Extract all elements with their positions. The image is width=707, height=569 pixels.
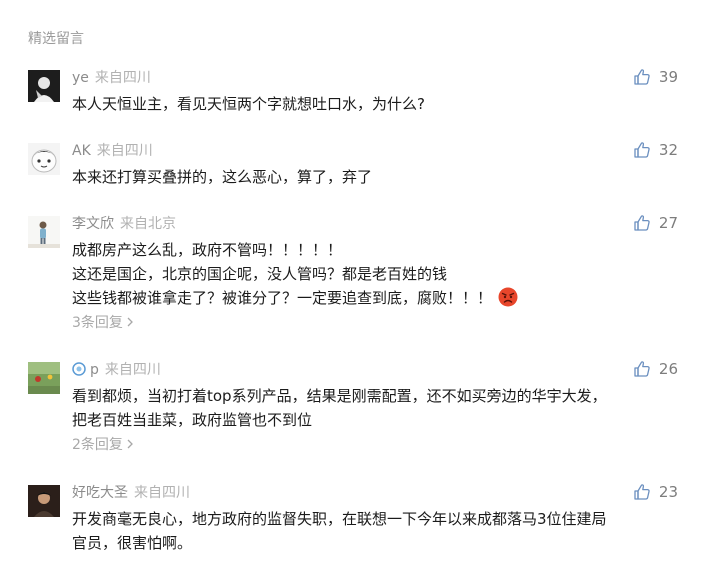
comment-line: 成都房产这么乱，政府不管吗！！！！！ [72, 241, 343, 259]
comment-text: 本来还打算买叠拼的，这么恶心，算了，弃了 [72, 165, 672, 189]
like-button[interactable]: 23 [633, 483, 678, 501]
comment-location: 来自四川 [134, 485, 190, 501]
like-count: 39 [658, 68, 678, 86]
thumbs-up-icon[interactable] [633, 141, 651, 159]
like-button[interactable]: 39 [633, 68, 678, 86]
like-count: 27 [658, 214, 678, 232]
avatar[interactable] [28, 143, 60, 175]
comment-meta: p 来自四川 [72, 361, 161, 379]
comment-line: 开发商毫无良心，地方政府的监督失职，在联想一下今年以来成都落马3位住建局 [72, 510, 607, 528]
like-count: 26 [658, 360, 678, 378]
like-button[interactable]: 26 [633, 360, 678, 378]
comment-meta: 好吃大圣 来自四川 [72, 484, 190, 502]
comment-line: 本人天恒业主，看见天恒两个字就想吐口水，为什么? [72, 95, 425, 113]
comment-line: 本来还打算买叠拼的，这么恶心，算了，弃了 [72, 168, 373, 186]
comment-nickname[interactable]: 好吃大圣 [72, 485, 128, 501]
comment-line: 看到都烦，当初打着top系列产品，结果是刚需配置，还不如买旁边的华宇大发， [72, 387, 607, 405]
comment-text: 本人天恒业主，看见天恒两个字就想吐口水，为什么? [72, 92, 672, 116]
view-replies-link[interactable]: 3条回复 [72, 312, 134, 332]
chevron-right-icon [127, 439, 133, 449]
avatar[interactable] [28, 216, 60, 248]
comment-line: 这还是国企，北京的国企呢，没人管吗？都是老百姓的钱 [72, 265, 448, 283]
comment-line: 这些钱都被谁拿走了？被谁分了？一定要追查到底，腐败！！！ [72, 286, 672, 310]
comment-line: 把老百姓当韭菜，政府监管也不到位 [72, 411, 313, 429]
comment-text: 开发商毫无良心，地方政府的监督失职，在联想一下今年以来成都落马3位住建局 官员，… [72, 507, 672, 555]
section-title: 精选留言 [28, 31, 84, 47]
thumbs-up-icon[interactable] [633, 360, 651, 378]
like-button[interactable]: 32 [633, 141, 678, 159]
comment-text: 看到都烦，当初打着top系列产品，结果是刚需配置，还不如买旁边的华宇大发， 把老… [72, 384, 672, 432]
comment-line-text: 这些钱都被谁拿走了？被谁分了？一定要追查到底，腐败！！！ [72, 289, 493, 307]
like-count: 23 [658, 483, 678, 501]
comment-meta: 李文欣 来自北京 [72, 215, 176, 233]
view-replies-link[interactable]: 2条回复 [72, 434, 134, 454]
comment-line: 官员，很害怕啊。 [72, 534, 193, 552]
thumbs-up-icon[interactable] [633, 68, 651, 86]
thumbs-up-icon[interactable] [633, 214, 651, 232]
replies-count-label: 3条回复 [72, 315, 123, 331]
replies-count-label: 2条回复 [72, 437, 123, 453]
like-count: 32 [658, 141, 678, 159]
comment-nickname[interactable]: 李文欣 [72, 216, 114, 232]
avatar[interactable] [28, 362, 60, 394]
thumbs-up-icon[interactable] [633, 483, 651, 501]
angry-face-icon [498, 287, 518, 307]
comment-location: 来自四川 [94, 70, 151, 86]
comment-meta: AK 来自四川 [72, 142, 153, 160]
comment-nickname[interactable]: ye [72, 70, 89, 86]
chevron-right-icon [127, 317, 133, 327]
comment-location: 来自四川 [96, 143, 153, 159]
comment-location: 来自四川 [104, 362, 161, 378]
comment-nickname[interactable]: AK [72, 143, 91, 159]
avatar[interactable] [28, 70, 60, 102]
comment-text: 成都房产这么乱，政府不管吗！！！！！ 这还是国企，北京的国企呢，没人管吗？都是老… [72, 238, 672, 310]
comment-location: 来自北京 [120, 216, 176, 232]
wechat-badge-icon [72, 362, 86, 376]
avatar[interactable] [28, 485, 60, 517]
comment-meta: ye 来自四川 [72, 69, 151, 87]
like-button[interactable]: 27 [633, 214, 678, 232]
comment-nickname[interactable]: p [90, 362, 99, 378]
